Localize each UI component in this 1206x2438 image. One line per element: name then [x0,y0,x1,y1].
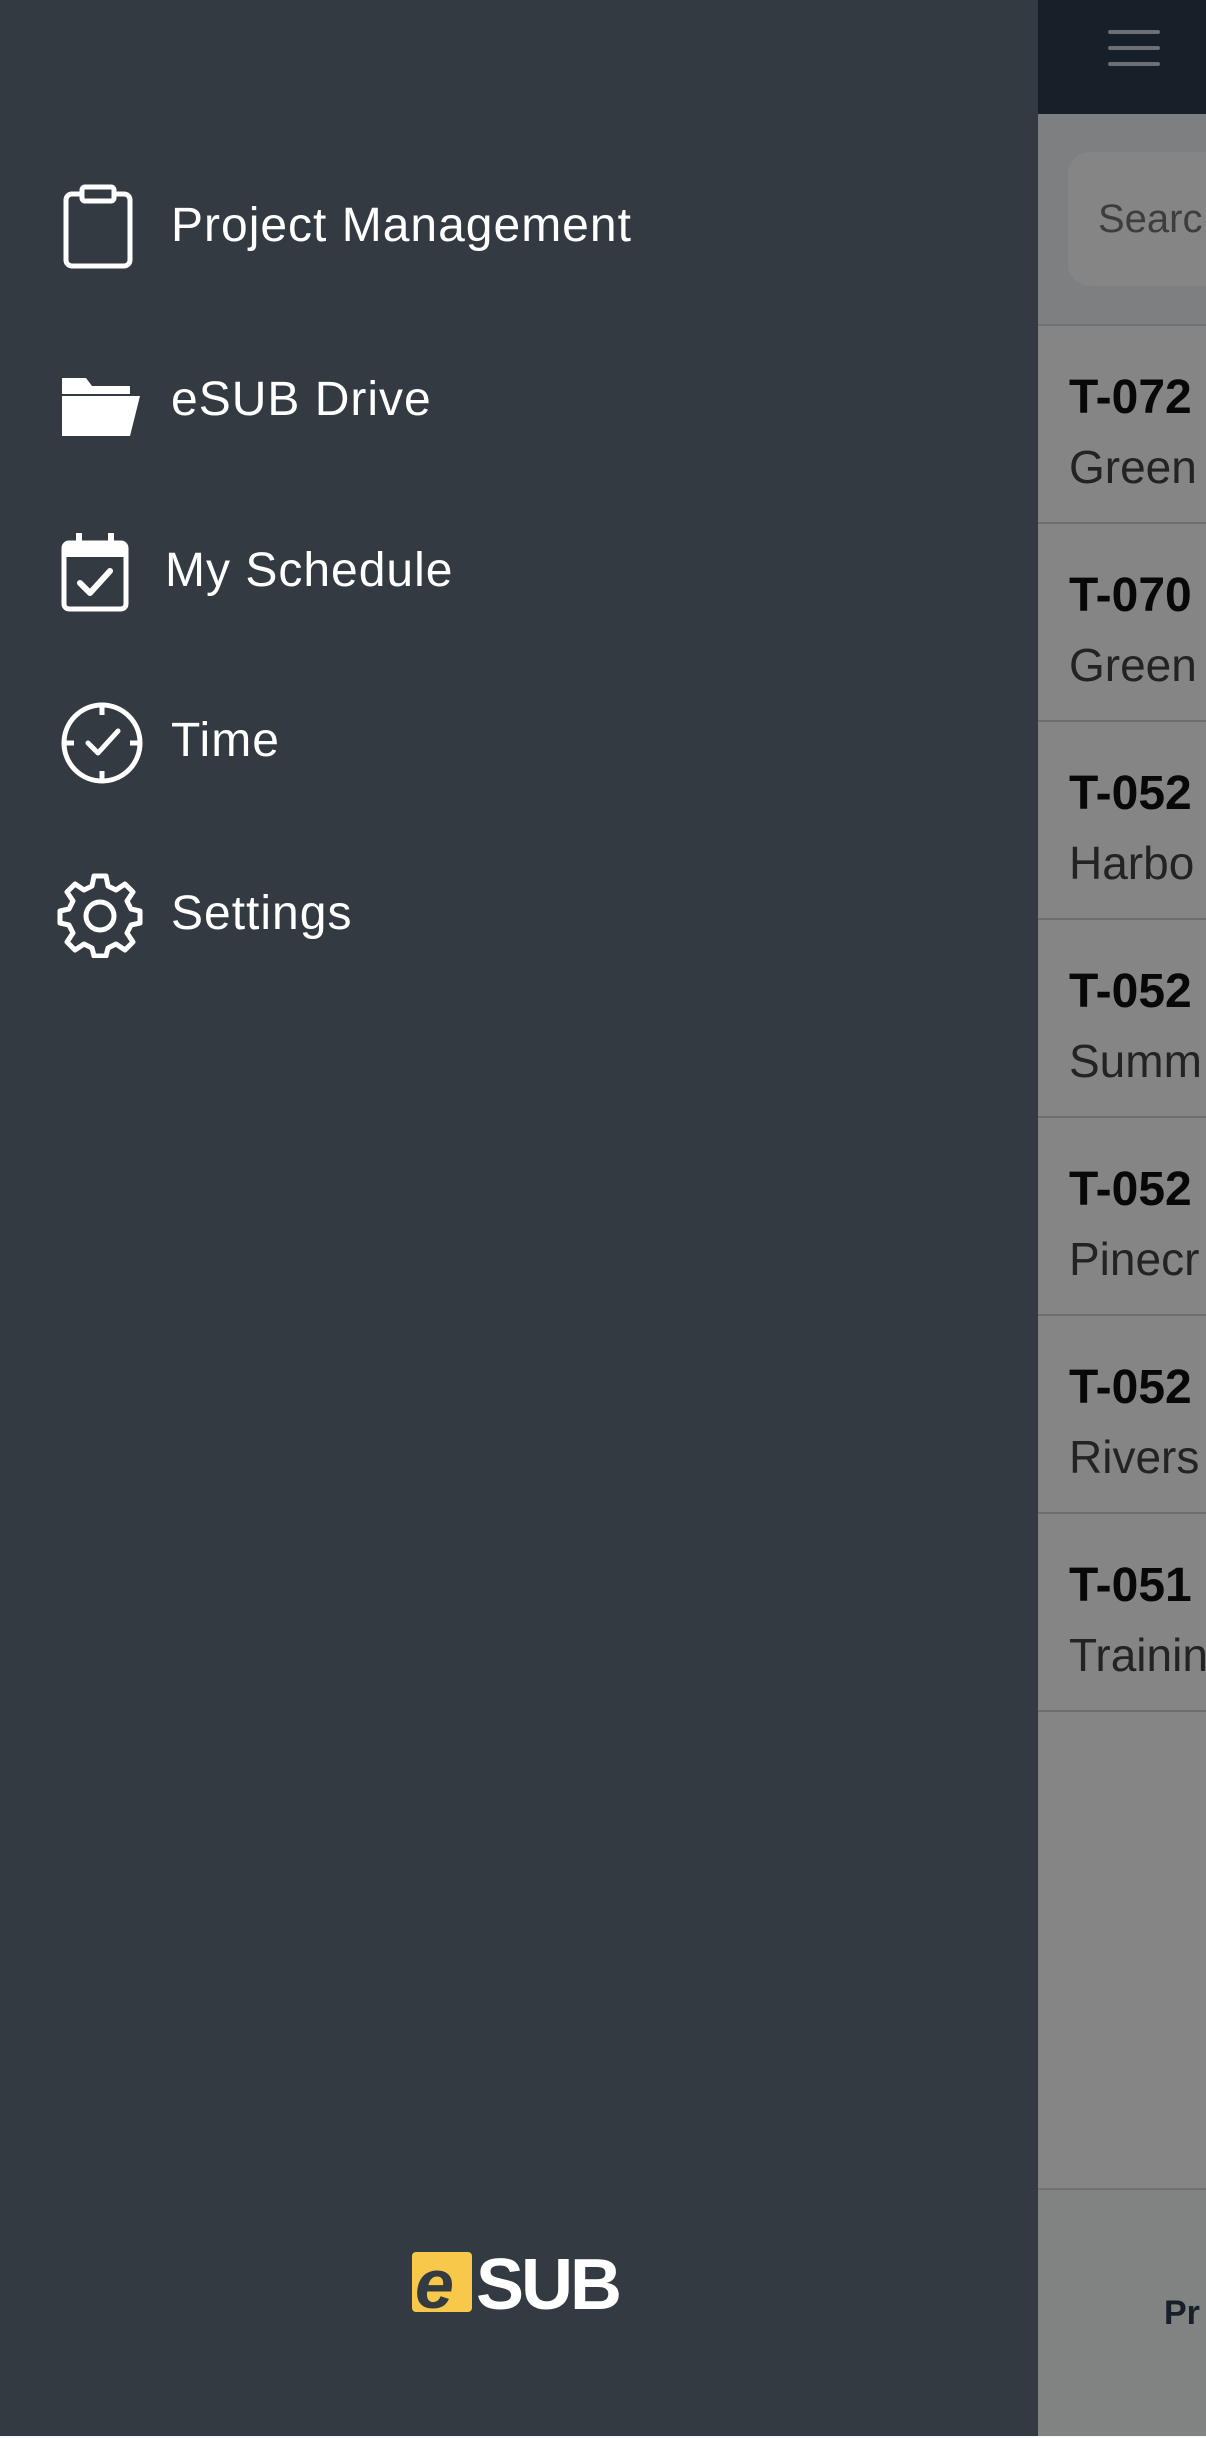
navigation-drawer: Project Management eSUB Drive My Schedul… [0,0,1038,2436]
menu-item-label: My Schedule [165,544,454,597]
logo-text: SUB [476,2245,622,2325]
menu-item-my-schedule[interactable]: My Schedule [0,503,1038,633]
menu-item-label: Settings [171,887,353,940]
menu-item-label: Time [171,714,280,767]
menu-item-time[interactable]: Time [0,673,1038,803]
menu-item-esub-drive[interactable]: eSUB Drive [0,332,1038,462]
menu-item-settings[interactable]: Settings [0,846,1038,976]
logo-mark: e [412,2245,472,2323]
menu-item-label: Project Management [171,199,632,252]
esub-logo: e SUB [412,2245,624,2325]
gear-icon [56,870,144,958]
folder-open-icon [56,356,144,444]
clipboard-icon [56,182,144,270]
calendar-check-icon [56,527,144,615]
menu-item-label: eSUB Drive [171,373,432,426]
menu-item-project-management[interactable]: Project Management [0,158,1038,288]
clock-check-icon [56,697,144,785]
